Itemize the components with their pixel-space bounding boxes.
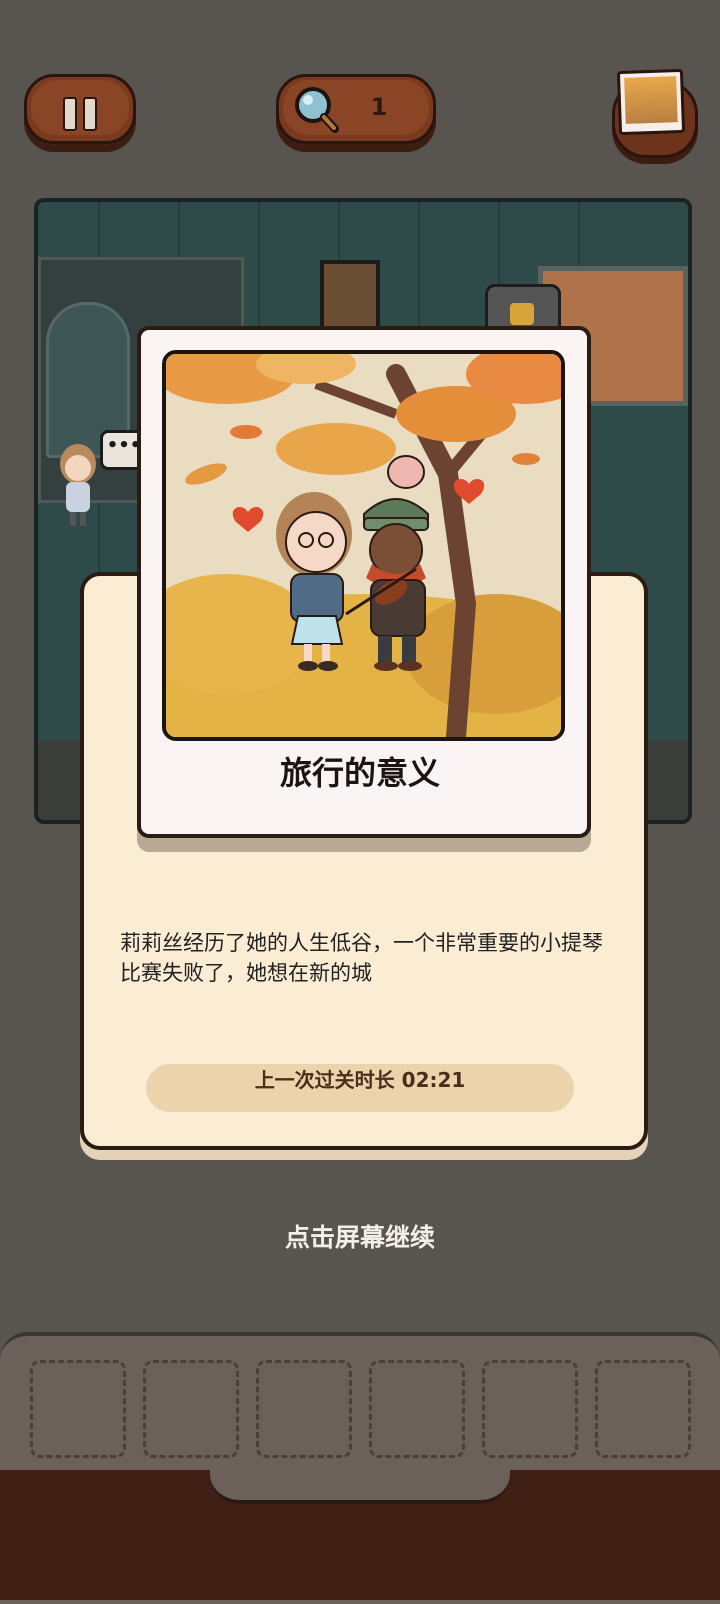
inventory-slot[interactable] — [143, 1360, 239, 1458]
tray-notch — [210, 1470, 510, 1504]
inventory-slot[interactable] — [595, 1360, 691, 1458]
pause-icon — [63, 97, 77, 131]
hint-button[interactable]: 1 — [276, 74, 436, 144]
pause-icon-bar — [83, 97, 97, 131]
npc-girl[interactable] — [50, 442, 106, 532]
tap-to-continue[interactable]: 点击屏幕继续 — [0, 1218, 720, 1254]
photo-album-icon[interactable] — [616, 68, 686, 136]
inventory-slot[interactable] — [30, 1360, 126, 1458]
pause-button[interactable] — [24, 74, 136, 144]
card-title: 旅行的意义 — [279, 754, 440, 792]
magnifier-icon — [295, 87, 339, 133]
inventory-slot[interactable] — [482, 1360, 578, 1458]
story-description: 莉莉丝经历了她的人生低谷，一个非常重要的小提琴比赛失败了，她想在新的城 — [120, 931, 603, 985]
hint-count: 1 — [370, 93, 388, 121]
inventory-slot[interactable] — [369, 1360, 465, 1458]
inventory-slot[interactable] — [256, 1360, 352, 1458]
card-illustration — [162, 350, 565, 741]
last-clear-time: 上一次过关时长 02:21 — [146, 1064, 574, 1112]
